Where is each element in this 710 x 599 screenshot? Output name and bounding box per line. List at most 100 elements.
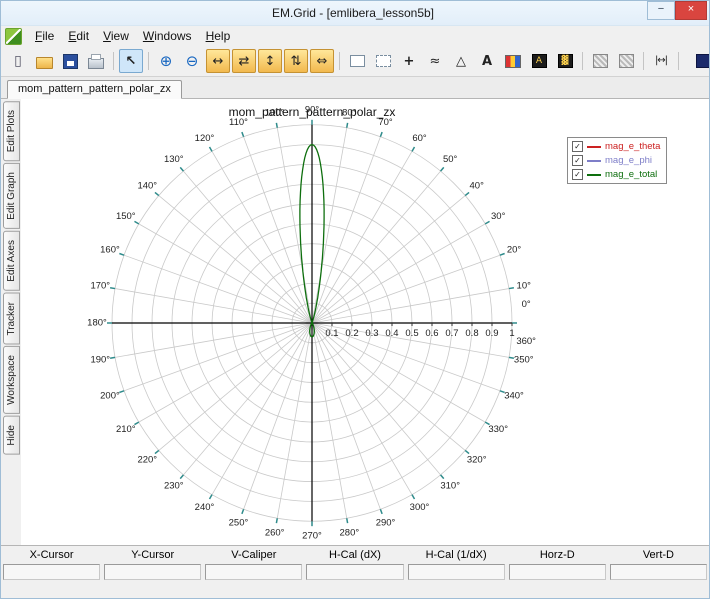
edit-curve-icon: ≈: [429, 53, 441, 69]
print-button[interactable]: [84, 49, 108, 73]
status-field-y-cursor: [104, 564, 202, 580]
angle-tick: [241, 131, 245, 137]
fit-vertical-icon: ↕: [264, 53, 276, 69]
layout-button[interactable]: Layout ▾: [689, 51, 709, 71]
zoom-rect-button[interactable]: [371, 49, 395, 73]
angle-label: 240°: [195, 502, 215, 513]
sidebar-tab-tracker[interactable]: Tracker: [3, 292, 20, 345]
angle-label: 30°: [491, 211, 506, 222]
sidebar-tab-edit-plots[interactable]: Edit Plots: [3, 101, 20, 162]
menubar: File Edit View Windows Help: [1, 26, 709, 46]
color-palette-button[interactable]: [501, 49, 525, 73]
measure-distance-icon: |↔|: [654, 55, 668, 66]
select-cursor-button[interactable]: ↖: [119, 49, 143, 73]
fit-horizontal-button[interactable]: ↔: [206, 49, 230, 73]
radial-tick-label: 0.4: [385, 328, 398, 339]
radial-tick-label: 0.1: [325, 328, 338, 339]
font-style-button[interactable]: A: [527, 49, 551, 73]
fill-style-button[interactable]: ▓: [553, 49, 577, 73]
axis-scale-icon: ⇕: [618, 54, 634, 68]
select-rect-button[interactable]: [345, 49, 369, 73]
titlebar[interactable]: EM.Grid - [emlibera_lesson5b] − ×: [1, 1, 709, 26]
close-button[interactable]: ×: [675, 1, 707, 20]
angle-label: 120°: [195, 133, 215, 144]
angle-tick: [508, 286, 515, 290]
menu-file[interactable]: File: [28, 27, 61, 45]
status-field-v-caliper: [205, 564, 303, 580]
angle-tick: [119, 252, 125, 256]
new-document-button[interactable]: ▯: [6, 49, 30, 73]
angle-tick: [379, 509, 383, 515]
toolbar: ▯ ↖ ⊕ ⊖ ↔ ⇄ ↕ ⇅ ⇔ + ≈ △ A A ▓ ⇕ |↔| Layout ▾: [1, 46, 709, 77]
status-col-v-caliper: V-Caliper: [231, 549, 277, 561]
pan-horizontal-button[interactable]: ⇄: [232, 49, 256, 73]
status-col-h-cal-1-dx: H-Cal (1/dX): [425, 549, 487, 561]
axis-scale-button[interactable]: ⇕: [614, 49, 638, 73]
toolbar-items: ▯ ↖ ⊕ ⊖ ↔ ⇄ ↕ ⇅ ⇔ + ≈ △ A A ▓ ⇕ |↔|: [5, 49, 683, 73]
status-col-vert-d: Vert-D: [642, 549, 675, 561]
legend-checkbox-mag-e-theta[interactable]: ✓: [572, 141, 583, 152]
toolbar-separator: [643, 52, 644, 70]
menu-view[interactable]: View: [96, 27, 136, 45]
menu-windows[interactable]: Windows: [136, 27, 199, 45]
open-file-button[interactable]: [32, 49, 56, 73]
sidebar-tab-edit-axes[interactable]: Edit Axes: [3, 231, 20, 291]
text-tool-icon: A: [481, 53, 493, 69]
angle-label: 50°: [443, 154, 458, 165]
angle-label: 300°: [410, 502, 430, 513]
angle-tick: [154, 191, 160, 197]
measure-distance-button[interactable]: |↔|: [649, 49, 673, 73]
sidebar-tab-hide[interactable]: Hide: [3, 416, 20, 455]
select-rect-icon: [349, 55, 365, 67]
angle-label: 40°: [470, 181, 485, 192]
radial-tick-label: 0.9: [485, 328, 498, 339]
print-icon: [88, 58, 104, 69]
fit-vertical-button[interactable]: ↕: [258, 49, 282, 73]
app-logo-icon: [5, 27, 22, 45]
save-button[interactable]: [58, 49, 82, 73]
menu-help[interactable]: Help: [199, 27, 238, 45]
text-tool-button[interactable]: A: [475, 49, 499, 73]
radial-tick-label: 0.6: [425, 328, 438, 339]
angle-tick: [275, 122, 279, 128]
add-marker-button[interactable]: +: [397, 49, 421, 73]
angle-tick: [275, 518, 279, 524]
angle-label: 90°: [305, 104, 320, 115]
zoom-out-button[interactable]: ⊖: [180, 49, 204, 73]
legend-checkbox-mag-e-total[interactable]: ✓: [572, 169, 583, 180]
legend-label: mag_e_theta: [605, 141, 661, 152]
status-field-vert-d: [609, 564, 707, 580]
plot-area: mom_pattern_pattern_polar_zx 0.1 0.2 0.3 0.…: [21, 99, 709, 545]
fit-all-button[interactable]: ⇔: [310, 49, 334, 73]
angle-tick: [499, 252, 505, 256]
angle-tick: [379, 131, 383, 137]
angle-tick: [109, 356, 116, 360]
angle-tick: [208, 494, 213, 500]
polygon-tool-button[interactable]: △: [449, 49, 473, 73]
angle-label: 100°: [265, 108, 285, 119]
sidebar-tab-edit-graph[interactable]: Edit Graph: [3, 163, 20, 230]
status-col-h-cal-dx: H-Cal (dX): [329, 549, 381, 561]
menu-edit[interactable]: Edit: [61, 27, 96, 45]
pan-vertical-button[interactable]: ⇅: [284, 49, 308, 73]
angle-tick: [154, 449, 160, 455]
legend-checkbox-mag-e-phi[interactable]: ✓: [572, 155, 583, 166]
fit-horizontal-icon: ↔: [212, 53, 224, 69]
legend-line-sample: [587, 173, 601, 176]
angle-tick: [109, 286, 116, 290]
angle-label: 350°: [514, 355, 534, 366]
legend-row-mag-e-phi: ✓ mag_e_phi: [572, 155, 660, 166]
radial-tick-label: 0.7: [445, 328, 458, 339]
zoom-in-button[interactable]: ⊕: [154, 49, 178, 73]
tab-mom-pattern-pattern-polar-zx[interactable]: mom_pattern_pattern_polar_zx: [7, 80, 182, 99]
grid-pattern-button[interactable]: [588, 49, 612, 73]
angle-tick: [464, 449, 470, 455]
angle-tick: [464, 191, 470, 197]
sidebar-tab-workspace[interactable]: Workspace: [3, 346, 20, 415]
legend-line-sample: [587, 159, 601, 162]
angle-label: 210°: [116, 424, 136, 435]
angle-label: 10°: [517, 281, 532, 292]
minimize-button[interactable]: −: [647, 1, 675, 20]
edit-curve-button[interactable]: ≈: [423, 49, 447, 73]
angle-tick: [484, 220, 490, 225]
